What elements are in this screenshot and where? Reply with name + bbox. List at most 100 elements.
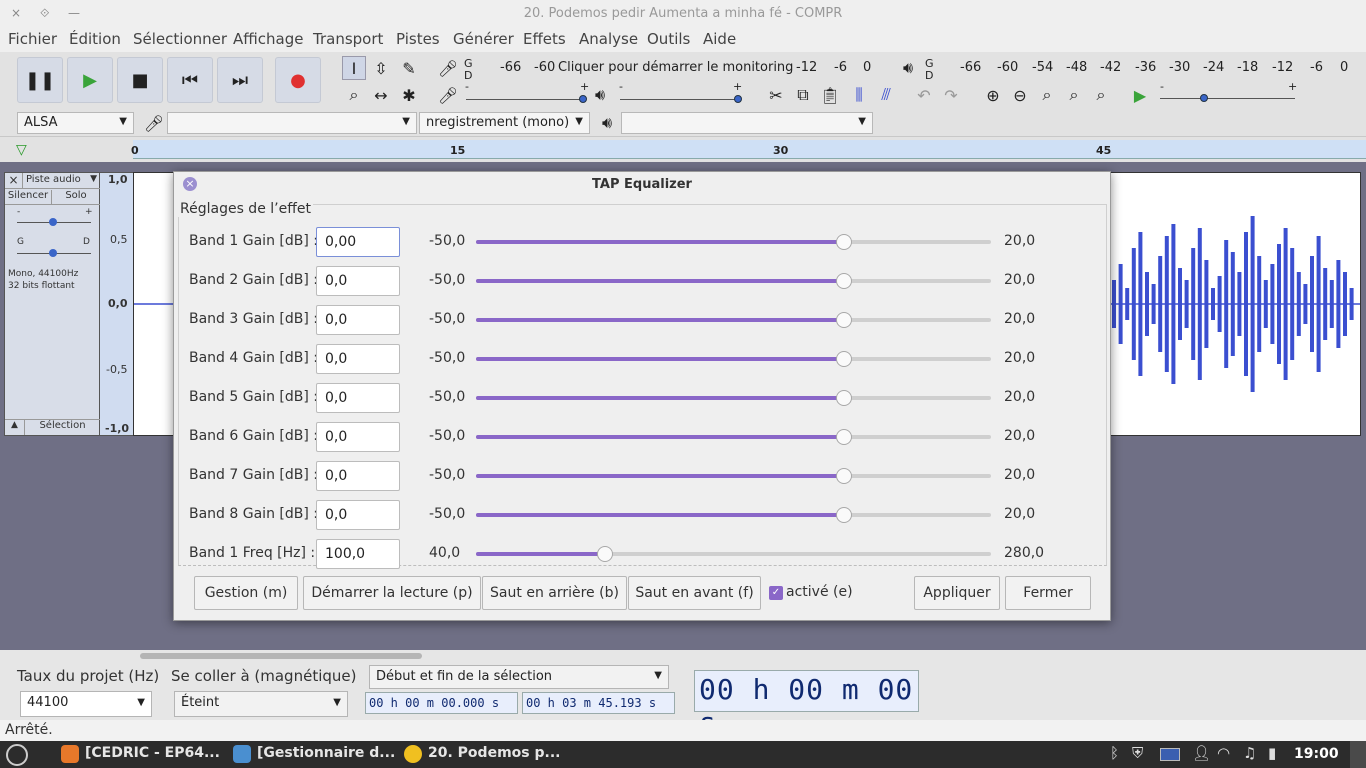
fit-selection-button[interactable]: ⌕ [1035,83,1059,107]
menu-effects[interactable]: Effets [523,30,566,48]
menu-help[interactable]: Aide [703,30,736,48]
parameter-input[interactable]: 100,0 [316,539,400,569]
parameter-slider[interactable] [476,234,991,250]
selection-mode-select[interactable]: Début et fin de la sélection ▼ [369,665,669,689]
selection-start-time[interactable]: 00 h 00 m 00.000 s [365,692,518,714]
skip-forward-button[interactable]: Saut en avant (f) [628,576,761,610]
parameter-input[interactable]: 0,0 [316,344,400,374]
parameter-slider-knob[interactable] [835,351,852,367]
play-at-speed-button[interactable]: ▶ [1128,83,1152,107]
audio-position-time[interactable]: 00 h 00 m 00 s [694,670,919,739]
parameter-slider[interactable] [476,546,991,562]
taskbar-item[interactable]: [Gestionnaire d... [257,745,395,761]
zoom-in-button[interactable]: ⊕ [981,83,1005,107]
taskbar-item[interactable]: [CEDRIC - EP64... [85,745,220,761]
menu-analyze[interactable]: Analyse [579,30,638,48]
project-rate-select[interactable]: 44100 ▼ [20,691,152,717]
collapse-track-button[interactable]: ▲ [5,419,25,435]
parameter-slider[interactable] [476,507,991,523]
multi-tool[interactable]: ✱ [397,83,421,107]
silence-button[interactable]: ⫻ [874,83,898,107]
battery-icon[interactable]: ▮ [1268,744,1276,762]
user-icon[interactable]: 👤︎ [1192,744,1211,762]
bluetooth-icon[interactable]: ᛒ [1110,744,1119,762]
parameter-input[interactable]: 0,0 [316,383,400,413]
record-channels-select[interactable]: nregistrement (mono) ▼ [419,112,590,134]
show-desktop-button[interactable] [1350,741,1366,768]
solo-button[interactable]: Solo [52,190,100,205]
record-volume-knob[interactable] [579,95,587,103]
zoom-out-button[interactable]: ⊖ [1008,83,1032,107]
parameter-slider-knob[interactable] [835,429,852,445]
trim-button[interactable]: ⫼ [847,83,871,107]
parameter-slider[interactable] [476,273,991,289]
draw-tool[interactable]: ✎ [397,56,421,80]
wifi-icon[interactable]: ◠ [1217,744,1230,762]
menu-select[interactable]: Sélectionner [133,30,227,48]
menu-tools[interactable]: Outils [647,30,690,48]
preview-play-button[interactable]: Démarrer la lecture (p) [303,576,481,610]
menu-file[interactable]: Fichier [8,30,57,48]
menu-tracks[interactable]: Pistes [396,30,440,48]
close-button[interactable]: Fermer [1005,576,1091,610]
parameter-input[interactable]: 0,0 [316,422,400,452]
track-close-button[interactable]: × [5,173,23,189]
horizontal-scrollbar[interactable] [140,653,422,659]
enabled-checkbox[interactable]: ✓ [769,586,783,600]
menu-view[interactable]: Affichage [233,30,303,48]
menu-start-icon[interactable] [6,744,28,766]
enabled-checkbox-label[interactable]: activé (e) [786,584,853,600]
track-name-menu[interactable]: Piste audio ▼ [23,173,100,189]
skip-back-button[interactable]: Saut en arrière (b) [482,576,627,610]
cut-button[interactable]: ✂ [764,83,788,107]
parameter-input[interactable]: 0,0 [316,500,400,530]
playback-device-select[interactable]: ▼ [621,112,873,134]
parameter-slider[interactable] [476,390,991,406]
keyboard-layout-flag-icon[interactable] [1160,748,1180,761]
record-volume-slider[interactable] [466,99,586,100]
parameter-slider-knob[interactable] [835,273,852,289]
pause-button[interactable]: ❚❚ [17,57,63,103]
shield-icon[interactable]: ⛨ [1132,744,1143,762]
timeshift-tool[interactable]: ↔ [369,83,393,107]
timeline-ruler[interactable]: ▽ 0 15 30 45 [0,137,1366,162]
play-speed-knob[interactable] [1200,94,1208,102]
parameter-slider-knob[interactable] [835,390,852,406]
playback-volume-knob[interactable] [734,95,742,103]
play-head-triangle-icon[interactable]: ▽ [16,142,27,158]
manage-button[interactable]: Gestion (m) [194,576,298,610]
undo-button[interactable]: ↶ [912,83,936,107]
selection-end-time[interactable]: 00 h 03 m 45.193 s [522,692,675,714]
clock[interactable]: 19:00 [1294,746,1339,762]
music-note-icon[interactable]: ♫ [1243,744,1256,762]
taskbar-item[interactable]: 20. Podemos p... [428,745,560,761]
parameter-input[interactable]: 0,0 [316,266,400,296]
menu-generate[interactable]: Générer [453,30,514,48]
pan-knob[interactable] [49,249,57,257]
zoom-toggle-button[interactable]: ⌕ [1089,83,1113,107]
gain-knob[interactable] [49,218,57,226]
skip-end-button[interactable]: ⏭ [217,57,263,103]
parameter-input[interactable]: 0,0 [316,305,400,335]
ruler-band[interactable]: 0 15 30 45 [131,140,1366,159]
record-device-select[interactable]: ▼ [167,112,417,134]
parameter-input[interactable]: 0,00 [316,227,400,257]
parameter-slider-knob[interactable] [835,468,852,484]
parameter-slider-knob[interactable] [596,546,613,562]
playback-volume-slider[interactable] [620,99,740,100]
snap-select[interactable]: Éteint ▼ [174,691,348,717]
audio-host-select[interactable]: ALSA ▼ [17,112,134,134]
play-meter-button[interactable]: 🔊︎ [896,56,920,80]
parameter-slider-knob[interactable] [835,234,852,250]
menu-transport[interactable]: Transport [313,30,383,48]
parameter-slider[interactable] [476,468,991,484]
parameter-slider[interactable] [476,312,991,328]
play-button[interactable]: ▶ [67,57,113,103]
envelope-tool[interactable]: ⇳ [369,56,393,80]
paste-button[interactable]: 📋︎ [818,83,842,107]
parameter-slider[interactable] [476,351,991,367]
select-track-button[interactable]: Sélection [25,419,100,435]
menu-edit[interactable]: Édition [69,30,121,48]
mute-button[interactable]: Silencer [5,190,52,205]
zoom-tool[interactable]: ⌕ [342,83,366,107]
